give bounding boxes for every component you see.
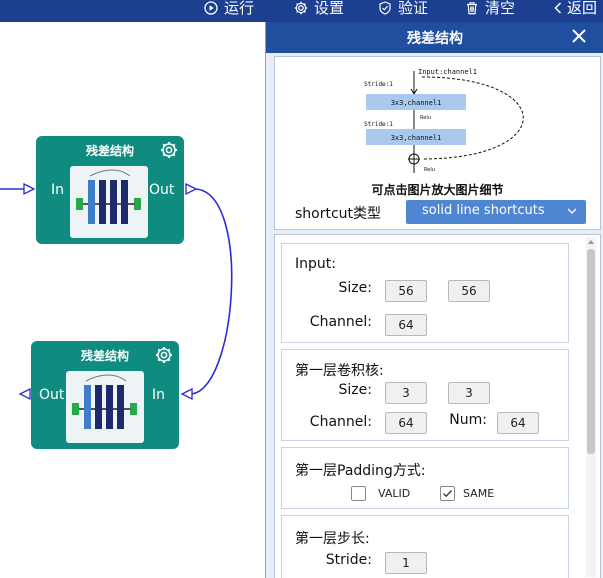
form-scroll-area[interactable]: Input: Size: 56 56 Channel: 64 第一层卷积核: S… bbox=[274, 234, 601, 578]
preview-hint: 可点击图片放大图片细节 bbox=[371, 183, 504, 197]
conv1-section: 第一层卷积核: Size: 3 3 Channel: 64 Num: 64 bbox=[281, 349, 569, 441]
node-output-label: Out bbox=[39, 387, 65, 403]
diagram-stride-1: Stride:1 bbox=[364, 81, 393, 88]
stride-label: Stride: bbox=[325, 552, 372, 568]
back-button[interactable]: 返回 bbox=[553, 0, 597, 20]
node-output-label: Out bbox=[149, 182, 175, 198]
model-canvas[interactable]: 残差结构 In Out 残差结构 Out In bbox=[0, 22, 265, 578]
node-input-label: In bbox=[152, 387, 166, 403]
trash-icon bbox=[465, 1, 479, 15]
stride-field[interactable]: 1 bbox=[385, 552, 427, 574]
shortcut-label: shortcut类型 bbox=[295, 206, 382, 222]
section-title: 第一层卷积核: bbox=[295, 363, 384, 379]
same-option-label: SAME bbox=[463, 487, 495, 500]
run-label: 运行 bbox=[224, 0, 255, 17]
shortcut-type-select[interactable]: solid line shortcuts bbox=[406, 200, 586, 224]
clear-label: 清空 bbox=[485, 0, 516, 17]
input-channel-field[interactable]: 64 bbox=[385, 314, 427, 336]
settings-label: 设置 bbox=[314, 0, 345, 17]
size-label: Size: bbox=[338, 382, 372, 398]
same-checkbox[interactable] bbox=[440, 486, 455, 501]
valid-checkbox[interactable] bbox=[351, 486, 366, 501]
valid-option-label: VALID bbox=[378, 487, 411, 500]
diagram-conv-2: 3x3,channel1 bbox=[391, 134, 442, 142]
residual-diagram-image[interactable]: Input:channel1 Stride:1 3x3,channel1 Rel… bbox=[342, 63, 536, 177]
residual-block-thumbnail-icon bbox=[66, 371, 144, 443]
section-title: Input: bbox=[295, 256, 336, 272]
residual-block-thumbnail-icon bbox=[70, 166, 148, 238]
panel-title: 残差结构 bbox=[407, 31, 463, 47]
checkmark-icon bbox=[443, 490, 452, 498]
input-size-height-field[interactable]: 56 bbox=[448, 280, 490, 302]
stride-section: 第一层步长: Stride: 1 bbox=[281, 515, 569, 578]
clear-button[interactable]: 清空 bbox=[465, 0, 515, 20]
play-circle-icon bbox=[204, 1, 218, 15]
panel-header: 残差结构 bbox=[266, 22, 603, 53]
kernel-num-field[interactable]: 64 bbox=[497, 412, 539, 434]
back-label: 返回 bbox=[567, 0, 598, 17]
gear-icon[interactable] bbox=[160, 141, 178, 159]
input-size-width-field[interactable]: 56 bbox=[385, 280, 427, 302]
gear-icon[interactable] bbox=[155, 346, 173, 364]
preview-section: Input:channel1 Stride:1 3x3,channel1 Rel… bbox=[274, 56, 601, 230]
node2-out-port[interactable] bbox=[18, 387, 31, 401]
channel-label: Channel: bbox=[309, 414, 372, 430]
num-label: Num: bbox=[449, 412, 487, 428]
residual-node-2[interactable]: 残差结构 Out In bbox=[31, 341, 179, 449]
incoming-port-arrow bbox=[23, 182, 36, 196]
diagram-input-label: Input:channel1 bbox=[418, 68, 477, 76]
kernel-channel-field[interactable]: 64 bbox=[385, 412, 427, 434]
vertical-scrollbar[interactable] bbox=[586, 237, 596, 577]
residual-node-1[interactable]: 残差结构 In Out bbox=[36, 136, 184, 244]
run-button[interactable]: 运行 bbox=[204, 0, 254, 20]
property-panel: 残差结构 Input:channel1 Stride:1 3x3,channel… bbox=[265, 22, 603, 578]
verify-label: 验证 bbox=[398, 0, 429, 17]
top-toolbar: 运行 设置 验证 清空 返回 bbox=[0, 0, 603, 22]
node1-out-port[interactable] bbox=[185, 182, 198, 196]
channel-label: Channel: bbox=[309, 314, 372, 330]
shortcut-type-value: solid line shortcuts bbox=[422, 203, 545, 218]
kernel-size-height-field[interactable]: 3 bbox=[448, 382, 490, 404]
node-link-wire bbox=[189, 188, 233, 395]
close-icon[interactable] bbox=[570, 27, 588, 45]
scroll-up-arrow-icon[interactable] bbox=[586, 237, 596, 247]
padding-section: 第一层Padding方式: VALID SAME bbox=[281, 447, 569, 509]
shield-check-icon bbox=[378, 1, 392, 15]
node2-in-port[interactable] bbox=[180, 387, 193, 401]
section-title: 第一层步长: bbox=[295, 531, 370, 547]
chevron-down-icon bbox=[566, 205, 578, 217]
diagram-stride-2: Stride:1 bbox=[364, 121, 393, 128]
verify-button[interactable]: 验证 bbox=[378, 0, 428, 20]
connection-wires bbox=[0, 182, 233, 401]
chevron-left-icon bbox=[553, 1, 563, 15]
diagram-conv-1: 3x3,channel1 bbox=[391, 99, 442, 107]
diagram-relu-2: Relu bbox=[424, 167, 435, 173]
section-title: 第一层Padding方式: bbox=[295, 463, 426, 479]
kernel-size-width-field[interactable]: 3 bbox=[385, 382, 427, 404]
gear-icon bbox=[294, 1, 308, 15]
node-input-label: In bbox=[51, 182, 65, 198]
size-label: Size: bbox=[338, 280, 372, 296]
scrollbar-thumb[interactable] bbox=[587, 249, 595, 454]
settings-button[interactable]: 设置 bbox=[294, 0, 344, 20]
diagram-relu-1: Relu bbox=[420, 115, 431, 121]
input-section: Input: Size: 56 56 Channel: 64 bbox=[281, 243, 569, 343]
